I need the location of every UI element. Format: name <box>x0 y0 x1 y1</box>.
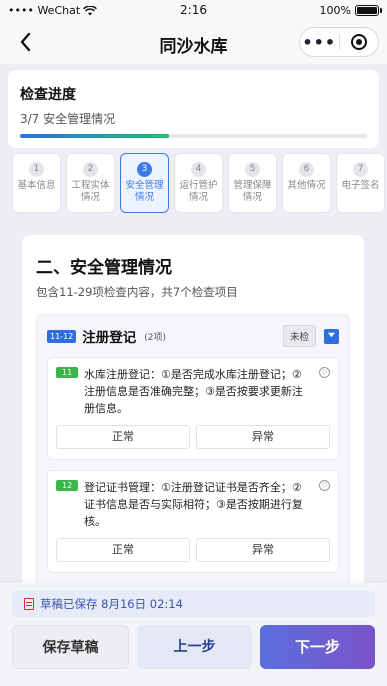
normal-button[interactable]: 正常 <box>56 538 190 562</box>
more-options-button[interactable]: ••• <box>300 33 339 52</box>
action-buttons: 保存草稿 上一步 下一步 <box>12 625 375 669</box>
step-number: 2 <box>83 162 98 177</box>
step-tab[interactable]: 6 其他情况 <box>282 153 331 213</box>
group-name: 注册登记 <box>82 330 137 346</box>
battery-percent: 100% <box>319 4 351 17</box>
step-label: 运行管护情况 <box>179 180 218 203</box>
step-label: 管理保障情况 <box>233 180 272 203</box>
section-title: 二、安全管理情况 <box>36 258 172 278</box>
progress-bar-fill <box>20 134 170 138</box>
previous-step-button[interactable]: 上一步 <box>137 625 252 669</box>
step-number: 3 <box>137 162 152 177</box>
step-number: 1 <box>29 162 44 177</box>
item-description: 水库注册登记：①是否完成水库注册登记；②注册信息是否准确完整；③是否按要求更新注… <box>84 368 303 415</box>
item-number-tag: 11 <box>56 367 79 378</box>
inspection-item: 11 水库注册登记：①是否完成水库注册登记；②注册信息是否准确完整；③是否按要求… <box>47 357 339 460</box>
status-bar: •••• WeChat 2:16 100% <box>0 0 387 22</box>
section-subtitle: 包含11-29项检查内容，共7个检查项目 <box>36 285 238 299</box>
group-count: (2项) <box>144 332 166 343</box>
step-label: 基本信息 <box>17 180 56 191</box>
step-number: 7 <box>353 162 368 177</box>
progress-title: 检查进度 <box>20 87 76 103</box>
target-icon <box>350 34 367 50</box>
step-tab[interactable]: 2 工程实体情况 <box>66 153 115 213</box>
battery-icon <box>355 5 382 16</box>
bottom-action-panel: 草稿已保存 8月16日 02:14 保存草稿 上一步 下一步 <box>0 583 387 686</box>
step-number: 5 <box>245 162 260 177</box>
step-tab[interactable]: 4 运行管护情况 <box>174 153 223 213</box>
step-tabs: 1 基本信息 2 工程实体情况 3 安全管理情况 4 运行管护情况 5 管理保障情况 6 其他情况 7 电… <box>12 153 387 215</box>
document-icon <box>24 598 34 610</box>
step-number: 4 <box>191 162 206 177</box>
save-draft-button[interactable]: 保存草稿 <box>12 625 129 669</box>
draft-saved-text: 草稿已保存 8月16日 02:14 <box>40 597 183 611</box>
progress-bar <box>20 134 367 138</box>
item-actions: 正常 异常 <box>56 538 330 562</box>
group-header[interactable]: 11-12 注册登记 (2项) 未检 <box>47 325 339 347</box>
step-label: 工程实体情况 <box>71 180 110 203</box>
step-tab[interactable]: 1 基本信息 <box>12 153 61 213</box>
step-label: 安全管理情况 <box>125 180 164 203</box>
item-description: 登记证书管理：①注册登记证书是否齐全；②证书信息是否与实际相符；③是否按期进行复… <box>84 481 303 528</box>
inspection-group: 11-12 注册登记 (2项) 未检 11 水库注册登记：①是否完成水库注册登记… <box>36 314 350 586</box>
abnormal-button[interactable]: 异常 <box>196 538 330 562</box>
item-actions: 正常 异常 <box>56 425 330 449</box>
nav-bar: 同沙水库 ••• <box>0 22 387 64</box>
progress-subtitle: 3/7 安全管理情况 <box>20 112 116 126</box>
step-label: 电子签名 <box>341 180 380 191</box>
step-label: 其他情况 <box>287 180 326 191</box>
section-card: 二、安全管理情况 包含11-29项检查内容，共7个检查项目 11-12 注册登记… <box>22 235 364 600</box>
battery-info: 100% <box>319 4 382 17</box>
mini-program-capsule: ••• <box>299 27 379 57</box>
group-range-badge: 11-12 <box>47 329 77 343</box>
collapse-toggle-button[interactable] <box>324 328 339 344</box>
status-badge: 未检 <box>282 325 316 347</box>
item-status-icon: ○ <box>319 480 330 491</box>
step-tab[interactable]: 5 管理保障情况 <box>228 153 277 213</box>
inspection-item: 12 登记证书管理：①注册登记证书是否齐全；②证书信息是否与实际相符；③是否按期… <box>47 470 339 573</box>
step-tab[interactable]: 7 电子签名 <box>336 153 385 213</box>
normal-button[interactable]: 正常 <box>56 425 190 449</box>
item-number-tag: 12 <box>56 480 79 491</box>
item-status-icon: ○ <box>319 367 330 378</box>
abnormal-button[interactable]: 异常 <box>196 425 330 449</box>
chevron-down-icon <box>327 332 336 337</box>
close-mini-program-button[interactable] <box>340 34 379 50</box>
draft-saved-notice: 草稿已保存 8月16日 02:14 <box>12 591 375 617</box>
next-step-button[interactable]: 下一步 <box>260 625 375 669</box>
step-number: 6 <box>299 162 314 177</box>
step-tab[interactable]: 3 安全管理情况 <box>120 153 169 213</box>
progress-card: 检查进度 3/7 安全管理情况 <box>8 70 379 148</box>
